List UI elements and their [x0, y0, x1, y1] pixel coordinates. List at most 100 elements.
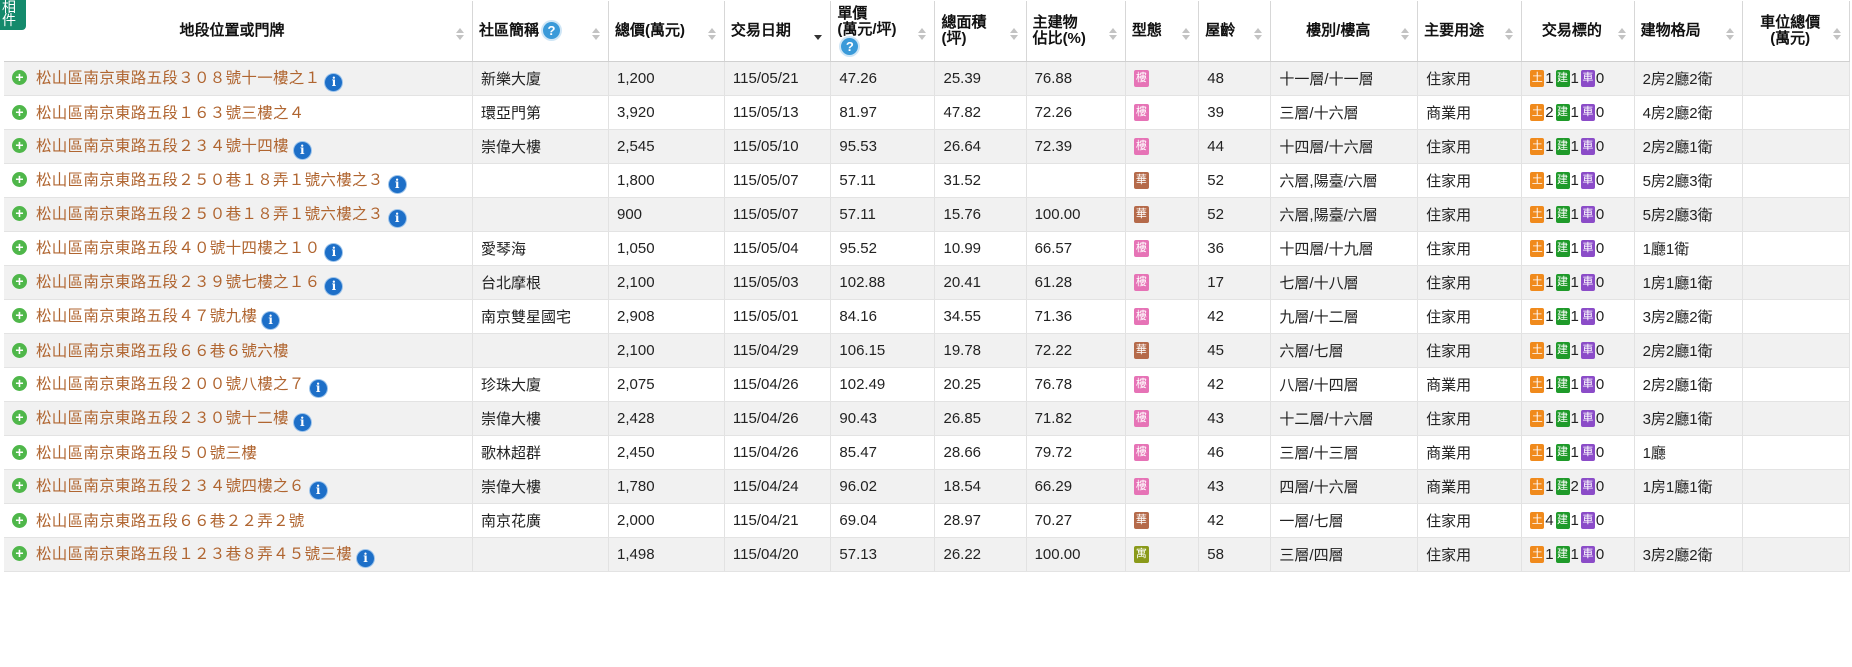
total-area-cell: 20.41: [934, 265, 1027, 300]
help-icon[interactable]: ?: [841, 38, 859, 56]
sort-arrows-icon[interactable]: [1505, 28, 1514, 42]
expand-plus-icon[interactable]: +: [12, 545, 27, 561]
expand-plus-icon[interactable]: +: [12, 69, 27, 85]
building-type-cell: 華: [1125, 333, 1200, 368]
address-link[interactable]: 松山區南京東路五段３０８號十一樓之１: [36, 70, 320, 87]
sort-arrows-icon[interactable]: [1108, 28, 1118, 42]
info-icon[interactable]: i: [309, 379, 327, 397]
column-header-10[interactable]: 主要用途: [1417, 1, 1523, 62]
expand-plus-icon[interactable]: +: [12, 273, 27, 289]
address-link[interactable]: 松山區南京東路五段６６巷６號六樓: [36, 343, 289, 360]
table-row[interactable]: + 松山區南京東路五段２３４號十四樓 i 崇偉大樓 2,545 115/05/10 95.5…: [4, 129, 1850, 164]
info-icon[interactable]: i: [325, 73, 343, 91]
table-row[interactable]: + 松山區南京東路五段２３４號四樓之６ i 崇偉大樓 1,780 115/04/24 96.…: [4, 469, 1850, 504]
expand-plus-icon[interactable]: +: [12, 343, 27, 358]
column-header-8[interactable]: 屋齡: [1198, 1, 1272, 62]
total-price-cell: 1,200: [608, 61, 725, 96]
address-link[interactable]: 松山區南京東路五段６６巷２２弄２號: [36, 513, 305, 530]
expand-plus-icon[interactable]: +: [12, 477, 27, 493]
expand-plus-icon[interactable]: +: [12, 513, 27, 528]
sort-arrows-icon[interactable]: [814, 28, 823, 42]
table-row[interactable]: + 松山區南京東路五段２５０巷１８弄１號六樓之３ i 1,800 115/05/07 57…: [4, 163, 1850, 198]
expand-plus-icon[interactable]: +: [12, 205, 27, 221]
building-badge: 建: [1555, 443, 1570, 461]
address-link[interactable]: 松山區南京東路五段２５０巷１８弄１號六樓之３: [36, 206, 384, 223]
table-row[interactable]: + 松山區南京東路五段４７號九樓 i 南京雙星國宅 2,908 115/05/01 84.1…: [4, 299, 1850, 334]
address-link[interactable]: 松山區南京東路五段５０號三樓: [36, 445, 257, 462]
info-icon[interactable]: i: [293, 413, 311, 431]
column-header-1[interactable]: 社區簡稱?: [472, 1, 610, 62]
table-row[interactable]: + 松山區南京東路五段６６巷６號六樓 2,100 115/04/29 106.15 19.…: [4, 333, 1850, 368]
expand-plus-icon[interactable]: +: [12, 171, 27, 187]
info-icon[interactable]: i: [357, 549, 375, 567]
address-link[interactable]: 松山區南京東路五段２００號八樓之７: [36, 376, 305, 393]
column-header-12[interactable]: 建物格局: [1634, 1, 1744, 62]
table-row[interactable]: + 松山區南京東路五段４０號十四樓之１０ i 愛琴海 1,050 115/05/04 95.…: [4, 231, 1850, 266]
table-row[interactable]: + 松山區南京東路五段２５０巷１８弄１號六樓之３ i 900 115/05/07 57.1…: [4, 197, 1850, 232]
sort-arrows-icon[interactable]: [1617, 28, 1627, 42]
address-link[interactable]: 松山區南京東路五段２３９號七樓之１６: [36, 274, 320, 291]
table-row[interactable]: + 松山區南京東路五段２００號八樓之７ i 珍珠大廈 2,075 115/04/26 102…: [4, 367, 1850, 402]
table-row[interactable]: + 松山區南京東路五段６６巷２２弄２號 南京花廣 2,000 115/04/21 69.0…: [4, 503, 1850, 538]
column-header-7[interactable]: 型態: [1125, 1, 1200, 62]
sort-arrows-icon[interactable]: [1726, 28, 1735, 42]
column-header-13[interactable]: 車位總價 (萬元): [1742, 1, 1850, 62]
column-header-11[interactable]: 交易標的: [1521, 1, 1635, 62]
total-price-cell: 1,498: [608, 537, 725, 572]
column-header-label: 社區簡稱: [478, 21, 539, 39]
expand-plus-icon[interactable]: +: [12, 239, 27, 255]
expand-plus-icon[interactable]: +: [12, 307, 27, 323]
info-icon[interactable]: i: [309, 481, 327, 499]
corner-tag[interactable]: 相 件: [0, 0, 26, 30]
column-header-9[interactable]: 樓別/樓高: [1270, 1, 1419, 62]
address-link[interactable]: 松山區南京東路五段２３４號四樓之６: [36, 478, 305, 495]
sort-arrows-icon[interactable]: [1182, 28, 1191, 42]
expand-plus-icon[interactable]: +: [12, 375, 27, 391]
usage-cell: 住家用: [1417, 537, 1523, 572]
trade-date-cell: 115/05/21: [724, 61, 832, 96]
info-icon[interactable]: i: [325, 277, 343, 295]
expand-plus-icon[interactable]: +: [12, 137, 27, 153]
table-row[interactable]: + 松山區南京東路五段１２３巷８弄４５號三樓 i 1,498 115/04/20 57.1…: [4, 537, 1850, 572]
expand-plus-icon[interactable]: +: [12, 105, 27, 120]
address-link[interactable]: 松山區南京東路五段２５０巷１８弄１號六樓之３: [36, 172, 384, 189]
info-icon[interactable]: i: [388, 209, 406, 227]
column-header-3[interactable]: 交易日期: [724, 1, 832, 62]
table-row[interactable]: + 松山區南京東路五段５０號三樓 歌林超群 2,450 115/04/26 85.47 28…: [4, 435, 1850, 470]
table-row[interactable]: + 松山區南京東路五段２３０號十二樓 i 崇偉大樓 2,428 115/04/26 90.4…: [4, 401, 1850, 436]
sort-arrows-icon[interactable]: [1833, 28, 1842, 42]
expand-plus-icon[interactable]: +: [12, 445, 27, 460]
address-link[interactable]: 松山區南京東路五段２３０號十二樓: [36, 410, 289, 427]
sort-arrows-icon[interactable]: [1009, 28, 1019, 42]
expand-plus-icon[interactable]: +: [12, 409, 27, 425]
table-row[interactable]: + 松山區南京東路五段１６３號三樓之４ 環亞門第 3,920 115/05/13 81.9…: [4, 95, 1850, 130]
info-icon[interactable]: i: [262, 311, 280, 329]
age-cell: 52: [1198, 163, 1272, 198]
column-header-6[interactable]: 主建物 佔比(%): [1026, 1, 1126, 62]
trade-date-cell: 115/05/07: [724, 163, 832, 198]
sort-arrows-icon[interactable]: [1254, 28, 1263, 42]
sort-arrows-icon[interactable]: [1401, 28, 1410, 42]
parking-badge: 車: [1580, 307, 1595, 325]
info-icon[interactable]: i: [293, 141, 311, 159]
main-building-ratio-cell: [1026, 163, 1126, 198]
column-header-0[interactable]: 地段位置或門牌: [4, 1, 473, 62]
info-icon[interactable]: i: [325, 243, 343, 261]
table-row[interactable]: + 松山區南京東路五段２３９號七樓之１６ i 台北摩根 2,100 115/05/03 10…: [4, 265, 1850, 300]
column-header-4[interactable]: 單價 (萬元/坪)?: [830, 1, 936, 62]
address-link[interactable]: 松山區南京東路五段１６３號三樓之４: [36, 105, 305, 122]
sort-arrows-icon[interactable]: [707, 28, 717, 42]
table-row[interactable]: + 松山區南京東路五段３０８號十一樓之１ i 新樂大廈 1,200 115/05/21 47…: [4, 61, 1850, 96]
column-header-5[interactable]: 總面積 (坪): [934, 1, 1027, 62]
column-header-2[interactable]: 總價(萬元): [608, 1, 725, 62]
sort-arrows-icon[interactable]: [918, 28, 927, 42]
sort-arrows-icon[interactable]: [455, 28, 465, 42]
address-link[interactable]: 松山區南京東路五段２３４號十四樓: [36, 138, 289, 155]
help-icon[interactable]: ?: [542, 22, 560, 40]
address-link[interactable]: 松山區南京東路五段１２３巷８弄４５號三樓: [36, 546, 352, 563]
building-type-badge: 華: [1133, 171, 1149, 189]
address-link[interactable]: 松山區南京東路五段４０號十四樓之１０: [36, 240, 320, 257]
sort-arrows-icon[interactable]: [592, 28, 601, 42]
info-icon[interactable]: i: [388, 175, 406, 193]
address-link[interactable]: 松山區南京東路五段４７號九樓: [36, 308, 257, 325]
